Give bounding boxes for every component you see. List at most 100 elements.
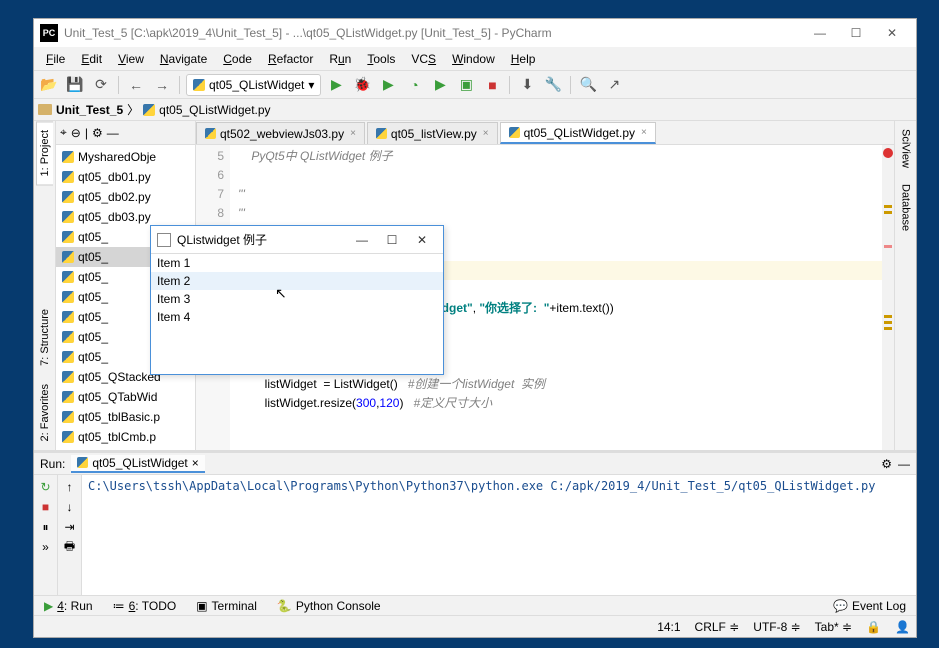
status-caret-pos[interactable]: 14:1: [657, 620, 680, 634]
sync-icon[interactable]: ⟳: [90, 74, 112, 96]
close-icon[interactable]: ×: [350, 128, 356, 139]
menu-run[interactable]: Run: [321, 49, 359, 69]
list-item[interactable]: Item 3: [151, 290, 443, 308]
status-indent[interactable]: Tab* ≑: [815, 620, 852, 634]
minimize-button[interactable]: —: [802, 20, 838, 46]
hide-icon[interactable]: —: [898, 457, 910, 471]
tree-item[interactable]: qt05_db02.py: [56, 187, 195, 207]
rerun-icon[interactable]: ↻: [38, 479, 54, 495]
run-icon[interactable]: ▶: [325, 74, 347, 96]
tree-item[interactable]: qt05_QTabWid: [56, 387, 195, 407]
more-icon[interactable]: »: [38, 539, 54, 555]
toolwindow-sciview[interactable]: SciView: [898, 121, 914, 176]
close-icon[interactable]: ×: [483, 128, 489, 139]
run-output[interactable]: C:\Users\tssh\AppData\Local\Programs\Pyt…: [82, 475, 916, 595]
menu-file[interactable]: File: [38, 49, 73, 69]
list-item[interactable]: Item 4: [151, 308, 443, 326]
error-indicator-icon[interactable]: [883, 148, 893, 158]
warning-marker[interactable]: [884, 327, 892, 330]
debug-icon[interactable]: 🐞: [351, 74, 373, 96]
toolwindow-project[interactable]: 1: Project: [36, 121, 53, 185]
tree-item[interactable]: MysharedObje: [56, 147, 195, 167]
menu-vcs[interactable]: VCS: [403, 49, 444, 69]
stop-icon[interactable]: ■: [38, 499, 54, 515]
breadcrumb-file[interactable]: qt05_QListWidget.py: [159, 103, 270, 117]
profile-icon[interactable]: ◔: [403, 74, 425, 96]
more-icon[interactable]: ↗: [603, 74, 625, 96]
editor-tab[interactable]: qt05_QListWidget.py×: [500, 122, 656, 144]
tree-item[interactable]: qt05_db01.py: [56, 167, 195, 187]
open-icon[interactable]: 📂: [38, 74, 60, 96]
save-icon[interactable]: 💾: [64, 74, 86, 96]
menu-help[interactable]: Help: [503, 49, 544, 69]
project-hide-icon[interactable]: —: [107, 126, 119, 140]
bottom-tab-python-console[interactable]: 🐍Python Console: [273, 598, 385, 614]
gear-icon[interactable]: ⚙: [92, 126, 103, 140]
bottom-tab-run[interactable]: ▶4: Run: [40, 598, 97, 614]
up-icon[interactable]: ↑: [62, 479, 78, 495]
dialog-minimize-button[interactable]: —: [347, 233, 377, 247]
bottom-tab-terminal[interactable]: ▣Terminal: [192, 598, 261, 614]
python-icon: [62, 271, 74, 283]
vcs-update-icon[interactable]: ⬇: [516, 74, 538, 96]
wrench-icon[interactable]: 🔧: [542, 74, 564, 96]
bottom-tab-todo[interactable]: ≔6: TODO: [109, 598, 181, 614]
menu-navigate[interactable]: Navigate: [152, 49, 215, 69]
concurrent-icon[interactable]: ▶: [429, 74, 451, 96]
breadcrumb-project[interactable]: Unit_Test_5: [56, 103, 123, 117]
tree-item[interactable]: qt05_db03.py: [56, 207, 195, 227]
list-item[interactable]: Item 1: [151, 254, 443, 272]
toolwindow-structure[interactable]: 7: Structure: [36, 300, 54, 375]
toolwindow-favorites[interactable]: 2: Favorites: [36, 375, 54, 450]
list-item[interactable]: Item 2: [151, 272, 443, 290]
run-panel-tab[interactable]: qt05_QListWidget ×: [71, 455, 204, 473]
down-icon[interactable]: ↓: [62, 499, 78, 515]
dialog-list[interactable]: Item 1Item 2Item 3Item 4: [151, 254, 443, 326]
warning-marker[interactable]: [884, 315, 892, 318]
warning-marker[interactable]: [884, 211, 892, 214]
bottom-tab-event-log[interactable]: 💬Event Log: [829, 598, 910, 614]
editor-tab[interactable]: qt05_listView.py×: [367, 122, 498, 144]
close-icon[interactable]: ×: [641, 127, 647, 138]
tree-item[interactable]: qt05_tblCmb.p: [56, 427, 195, 447]
print-icon[interactable]: 🖶: [62, 539, 78, 555]
gear-icon[interactable]: ⚙: [881, 457, 892, 471]
forward-icon[interactable]: →: [151, 74, 173, 96]
wrap-icon[interactable]: ⇥: [62, 519, 78, 535]
status-encoding[interactable]: UTF-8 ≑: [753, 620, 800, 634]
menu-edit[interactable]: Edit: [73, 49, 110, 69]
menu-window[interactable]: Window: [444, 49, 503, 69]
warning-marker[interactable]: [884, 321, 892, 324]
menu-code[interactable]: Code: [215, 49, 260, 69]
maximize-button[interactable]: ☐: [838, 20, 874, 46]
dialog-maximize-button[interactable]: ☐: [377, 233, 407, 247]
project-target-icon[interactable]: ⌖: [60, 125, 67, 140]
editor-tab[interactable]: qt502_webviewJs03.py×: [196, 122, 365, 144]
menu-refactor[interactable]: Refactor: [260, 49, 321, 69]
python-icon: [62, 211, 74, 223]
warning-marker[interactable]: [884, 205, 892, 208]
menu-view[interactable]: View: [110, 49, 152, 69]
project-collapse-icon[interactable]: ⊖: [71, 126, 81, 140]
error-marker[interactable]: [884, 245, 892, 248]
close-icon[interactable]: ×: [192, 456, 199, 470]
coverage-icon[interactable]: ▶: [377, 74, 399, 96]
dialog-titlebar[interactable]: QListwidget 例子 — ☐ ✕: [151, 226, 443, 254]
status-eol[interactable]: CRLF ≑: [695, 620, 740, 634]
back-icon[interactable]: ←: [125, 74, 147, 96]
hector-icon[interactable]: 👤: [895, 620, 910, 634]
toolwindow-database[interactable]: Database: [898, 176, 914, 239]
pause-icon[interactable]: ⏸: [38, 519, 54, 535]
tree-item[interactable]: qt05_tblBasic.p: [56, 407, 195, 427]
attach-icon[interactable]: ▣: [455, 74, 477, 96]
menu-tools[interactable]: Tools: [359, 49, 403, 69]
play-icon: ▶: [44, 599, 53, 613]
python-icon: [62, 411, 74, 423]
dialog-close-button[interactable]: ✕: [407, 233, 437, 247]
stop-icon[interactable]: ■: [481, 74, 503, 96]
lock-icon[interactable]: 🔒: [866, 620, 881, 634]
tree-item-label: qt05_QTabWid: [78, 390, 157, 404]
close-button[interactable]: ✕: [874, 20, 910, 46]
run-config-selector[interactable]: qt05_QListWidget ▾: [186, 74, 321, 96]
search-icon[interactable]: 🔍: [577, 74, 599, 96]
